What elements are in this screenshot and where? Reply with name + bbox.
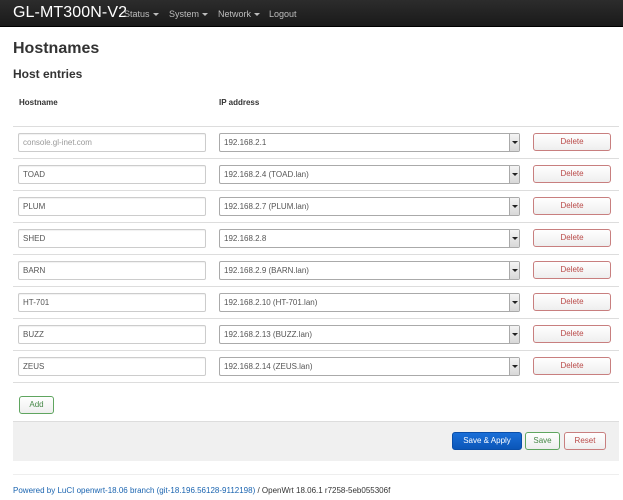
dropdown-arrow-icon[interactable]: [509, 166, 519, 183]
section-title: Host entries: [13, 67, 83, 81]
dropdown-arrow-icon[interactable]: [509, 326, 519, 343]
table-row: 192.168.2.1 Delete: [13, 127, 619, 159]
delete-button[interactable]: Delete: [533, 293, 611, 311]
ip-address-value: 192.168.2.8: [224, 234, 267, 243]
hostname-input[interactable]: [18, 197, 206, 216]
hostname-input[interactable]: [18, 325, 206, 344]
ip-address-value: 192.168.2.7 (PLUM.lan): [224, 202, 309, 211]
delete-button[interactable]: Delete: [533, 165, 611, 183]
ip-address-select[interactable]: 192.168.2.8: [219, 229, 520, 248]
ip-address-select[interactable]: 192.168.2.14 (ZEUS.lan): [219, 357, 520, 376]
ip-address-value: 192.168.2.14 (ZEUS.lan): [224, 362, 313, 371]
delete-button[interactable]: Delete: [533, 261, 611, 279]
menu-network[interactable]: Network: [218, 9, 261, 19]
ip-address-select[interactable]: 192.168.2.9 (BARN.lan): [219, 261, 520, 280]
delete-button[interactable]: Delete: [533, 229, 611, 247]
page-footer: Powered by LuCI openwrt-18.06 branch (gi…: [13, 486, 390, 495]
table-row: 192.168.2.10 (HT-701.lan) Delete: [13, 287, 619, 319]
ip-address-select[interactable]: 192.168.2.10 (HT-701.lan): [219, 293, 520, 312]
hostname-input[interactable]: [18, 261, 206, 280]
ip-address-select[interactable]: 192.168.2.13 (BUZZ.lan): [219, 325, 520, 344]
table-row: 192.168.2.4 (TOAD.lan) Delete: [13, 159, 619, 191]
reset-button[interactable]: Reset: [564, 432, 606, 450]
table-row: 192.168.2.13 (BUZZ.lan) Delete: [13, 319, 619, 351]
openwrt-version: OpenWrt 18.06.1 r7258-5eb055306f: [261, 486, 391, 495]
delete-button[interactable]: Delete: [533, 133, 611, 151]
ip-address-select[interactable]: 192.168.2.4 (TOAD.lan): [219, 165, 520, 184]
delete-button[interactable]: Delete: [533, 197, 611, 215]
dropdown-arrow-icon[interactable]: [509, 198, 519, 215]
table-row: 192.168.2.9 (BARN.lan) Delete: [13, 255, 619, 287]
hostname-input[interactable]: [18, 165, 206, 184]
ip-address-value: 192.168.2.1: [224, 138, 267, 147]
dropdown-arrow-icon[interactable]: [509, 262, 519, 279]
chevron-down-icon: [152, 13, 159, 17]
hostname-input[interactable]: [18, 229, 206, 248]
dropdown-arrow-icon[interactable]: [509, 230, 519, 247]
chevron-down-icon: [254, 13, 261, 17]
save-apply-button[interactable]: Save & Apply: [452, 432, 522, 450]
save-button[interactable]: Save: [525, 432, 560, 450]
ip-address-value: 192.168.2.4 (TOAD.lan): [224, 170, 309, 179]
column-header-ip-address: IP address: [219, 98, 260, 107]
ip-address-value: 192.168.2.9 (BARN.lan): [224, 266, 309, 275]
table-row: 192.168.2.8 Delete: [13, 223, 619, 255]
menu-logout[interactable]: Logout: [269, 9, 297, 19]
menu-system[interactable]: System: [169, 9, 209, 19]
hostname-input[interactable]: [18, 133, 206, 152]
footer-separator: /: [255, 486, 262, 495]
column-header-hostname: Hostname: [19, 98, 58, 107]
hostname-input[interactable]: [18, 293, 206, 312]
delete-button[interactable]: Delete: [533, 357, 611, 375]
chevron-down-icon: [202, 13, 209, 17]
top-navbar: GL-MT300N-V2 Status System Network Logou…: [0, 0, 623, 27]
dropdown-arrow-icon[interactable]: [509, 294, 519, 311]
footer-divider: [13, 474, 619, 475]
ip-address-select[interactable]: 192.168.2.1: [219, 133, 520, 152]
ip-address-value: 192.168.2.13 (BUZZ.lan): [224, 330, 313, 339]
brand-title[interactable]: GL-MT300N-V2: [13, 4, 127, 22]
dropdown-arrow-icon[interactable]: [509, 134, 519, 151]
dropdown-arrow-icon[interactable]: [509, 358, 519, 375]
ip-address-value: 192.168.2.10 (HT-701.lan): [224, 298, 318, 307]
hostname-input[interactable]: [18, 357, 206, 376]
table-row: 192.168.2.14 (ZEUS.lan) Delete: [13, 351, 619, 383]
ip-address-select[interactable]: 192.168.2.7 (PLUM.lan): [219, 197, 520, 216]
table-row: 192.168.2.7 (PLUM.lan) Delete: [13, 191, 619, 223]
add-button[interactable]: Add: [19, 396, 54, 414]
menu-status[interactable]: Status: [124, 9, 159, 19]
delete-button[interactable]: Delete: [533, 325, 611, 343]
page-title: Hostnames: [13, 40, 100, 57]
luci-link[interactable]: Powered by LuCI openwrt-18.06 branch (gi…: [13, 486, 255, 495]
